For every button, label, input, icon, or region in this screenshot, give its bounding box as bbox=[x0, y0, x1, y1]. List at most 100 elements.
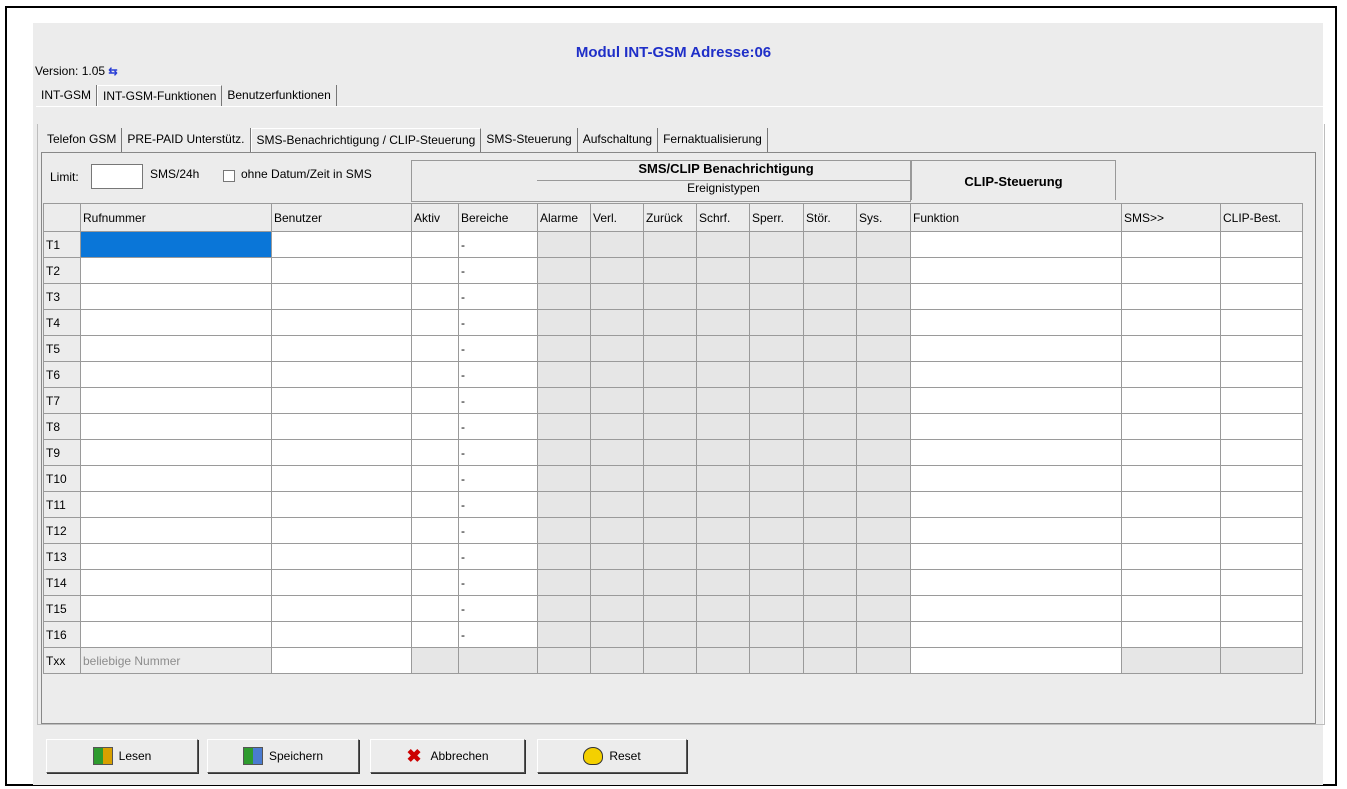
table-cell[interactable] bbox=[1220, 517, 1303, 544]
table-cell[interactable] bbox=[1220, 413, 1303, 440]
tab-sms-benachrichtigung[interactable]: SMS-Benachrichtigung / CLIP-Steuerung bbox=[250, 128, 482, 152]
table-cell[interactable] bbox=[80, 543, 272, 570]
table-cell[interactable] bbox=[80, 517, 272, 544]
table-cell[interactable] bbox=[80, 309, 272, 336]
table-cell[interactable] bbox=[910, 387, 1122, 414]
table-cell[interactable] bbox=[411, 621, 459, 648]
table-cell[interactable] bbox=[1121, 413, 1221, 440]
table-cell[interactable] bbox=[1220, 257, 1303, 284]
areas-cell[interactable]: - bbox=[458, 465, 538, 492]
tab-benutzerfunktionen[interactable]: Benutzerfunktionen bbox=[222, 85, 337, 107]
table-cell[interactable] bbox=[910, 309, 1122, 336]
table-cell[interactable] bbox=[1121, 491, 1221, 518]
table-cell[interactable] bbox=[1121, 257, 1221, 284]
table-cell[interactable] bbox=[411, 387, 459, 414]
table-cell[interactable] bbox=[80, 465, 272, 492]
areas-cell[interactable]: - bbox=[458, 387, 538, 414]
table-cell[interactable] bbox=[910, 335, 1122, 362]
table-cell[interactable] bbox=[910, 413, 1122, 440]
table-cell[interactable] bbox=[1220, 543, 1303, 570]
table-cell[interactable] bbox=[411, 465, 459, 492]
table-cell[interactable] bbox=[1220, 387, 1303, 414]
table-cell[interactable] bbox=[910, 257, 1122, 284]
table-cell[interactable] bbox=[1220, 569, 1303, 596]
table-cell[interactable] bbox=[80, 595, 272, 622]
table-cell[interactable] bbox=[910, 569, 1122, 596]
table-cell[interactable] bbox=[80, 335, 272, 362]
table-cell[interactable] bbox=[80, 257, 272, 284]
areas-cell[interactable]: - bbox=[458, 595, 538, 622]
table-cell[interactable] bbox=[910, 491, 1122, 518]
table-cell[interactable] bbox=[271, 231, 412, 258]
table-cell[interactable] bbox=[910, 361, 1122, 388]
table-cell[interactable] bbox=[1121, 387, 1221, 414]
table-cell[interactable] bbox=[1121, 465, 1221, 492]
table-cell[interactable] bbox=[80, 569, 272, 596]
table-cell[interactable] bbox=[80, 283, 272, 310]
read-button[interactable]: Lesen bbox=[46, 739, 198, 773]
tab-sms-steuerung[interactable]: SMS-Steuerung bbox=[481, 128, 578, 152]
table-cell[interactable] bbox=[1220, 621, 1303, 648]
areas-cell[interactable]: - bbox=[458, 283, 538, 310]
table-cell[interactable] bbox=[910, 465, 1122, 492]
refresh-icon[interactable]: ⇆ bbox=[108, 66, 117, 78]
table-cell[interactable] bbox=[1121, 569, 1221, 596]
areas-cell[interactable]: - bbox=[458, 257, 538, 284]
table-cell[interactable] bbox=[1121, 543, 1221, 570]
table-cell[interactable] bbox=[80, 361, 272, 388]
table-cell[interactable] bbox=[1220, 439, 1303, 466]
table-cell[interactable] bbox=[1220, 231, 1303, 258]
table-cell[interactable] bbox=[411, 543, 459, 570]
table-cell[interactable] bbox=[411, 569, 459, 596]
table-cell[interactable] bbox=[1220, 361, 1303, 388]
table-cell[interactable] bbox=[910, 647, 1122, 674]
table-cell[interactable] bbox=[910, 543, 1122, 570]
table-cell[interactable] bbox=[411, 283, 459, 310]
table-cell[interactable] bbox=[1121, 361, 1221, 388]
table-cell[interactable] bbox=[1220, 465, 1303, 492]
table-cell[interactable] bbox=[271, 621, 412, 648]
table-cell[interactable] bbox=[1121, 283, 1221, 310]
table-cell[interactable] bbox=[80, 387, 272, 414]
table-cell[interactable] bbox=[1121, 439, 1221, 466]
limit-input[interactable] bbox=[91, 164, 143, 189]
table-cell[interactable] bbox=[271, 309, 412, 336]
table-cell[interactable] bbox=[80, 231, 272, 258]
tab-fernaktualisierung[interactable]: Fernaktualisierung bbox=[658, 128, 768, 152]
table-cell[interactable] bbox=[80, 621, 272, 648]
table-cell[interactable] bbox=[411, 517, 459, 544]
table-cell[interactable] bbox=[1220, 595, 1303, 622]
table-cell[interactable] bbox=[411, 335, 459, 362]
table-cell[interactable] bbox=[910, 439, 1122, 466]
table-cell[interactable] bbox=[80, 439, 272, 466]
table-cell[interactable] bbox=[1121, 621, 1221, 648]
table-cell[interactable] bbox=[1121, 595, 1221, 622]
table-cell[interactable] bbox=[80, 491, 272, 518]
areas-cell[interactable]: - bbox=[458, 439, 538, 466]
table-cell[interactable] bbox=[271, 491, 412, 518]
areas-cell[interactable]: - bbox=[458, 491, 538, 518]
tab-telefon-gsm[interactable]: Telefon GSM bbox=[42, 128, 123, 152]
table-cell[interactable] bbox=[271, 569, 412, 596]
table-cell[interactable] bbox=[271, 387, 412, 414]
table-cell[interactable] bbox=[910, 595, 1122, 622]
table-cell[interactable] bbox=[411, 309, 459, 336]
table-cell[interactable] bbox=[271, 465, 412, 492]
table-cell[interactable] bbox=[411, 257, 459, 284]
table-cell[interactable] bbox=[1121, 309, 1221, 336]
table-cell[interactable] bbox=[910, 231, 1122, 258]
tab-pre-paid[interactable]: PRE-PAID Unterstütz. bbox=[122, 128, 251, 152]
table-cell[interactable] bbox=[1121, 517, 1221, 544]
areas-cell[interactable]: - bbox=[458, 361, 538, 388]
table-cell[interactable] bbox=[271, 413, 412, 440]
table-cell[interactable] bbox=[271, 257, 412, 284]
table-cell[interactable] bbox=[271, 439, 412, 466]
table-cell[interactable] bbox=[271, 361, 412, 388]
table-cell[interactable] bbox=[1220, 335, 1303, 362]
tab-int-gsm-funktionen[interactable]: INT-GSM-Funktionen bbox=[97, 85, 223, 107]
table-cell[interactable] bbox=[910, 621, 1122, 648]
tab-int-gsm[interactable]: INT-GSM bbox=[36, 85, 97, 107]
table-cell[interactable] bbox=[271, 517, 412, 544]
areas-cell[interactable]: - bbox=[458, 569, 538, 596]
table-cell[interactable] bbox=[1121, 335, 1221, 362]
